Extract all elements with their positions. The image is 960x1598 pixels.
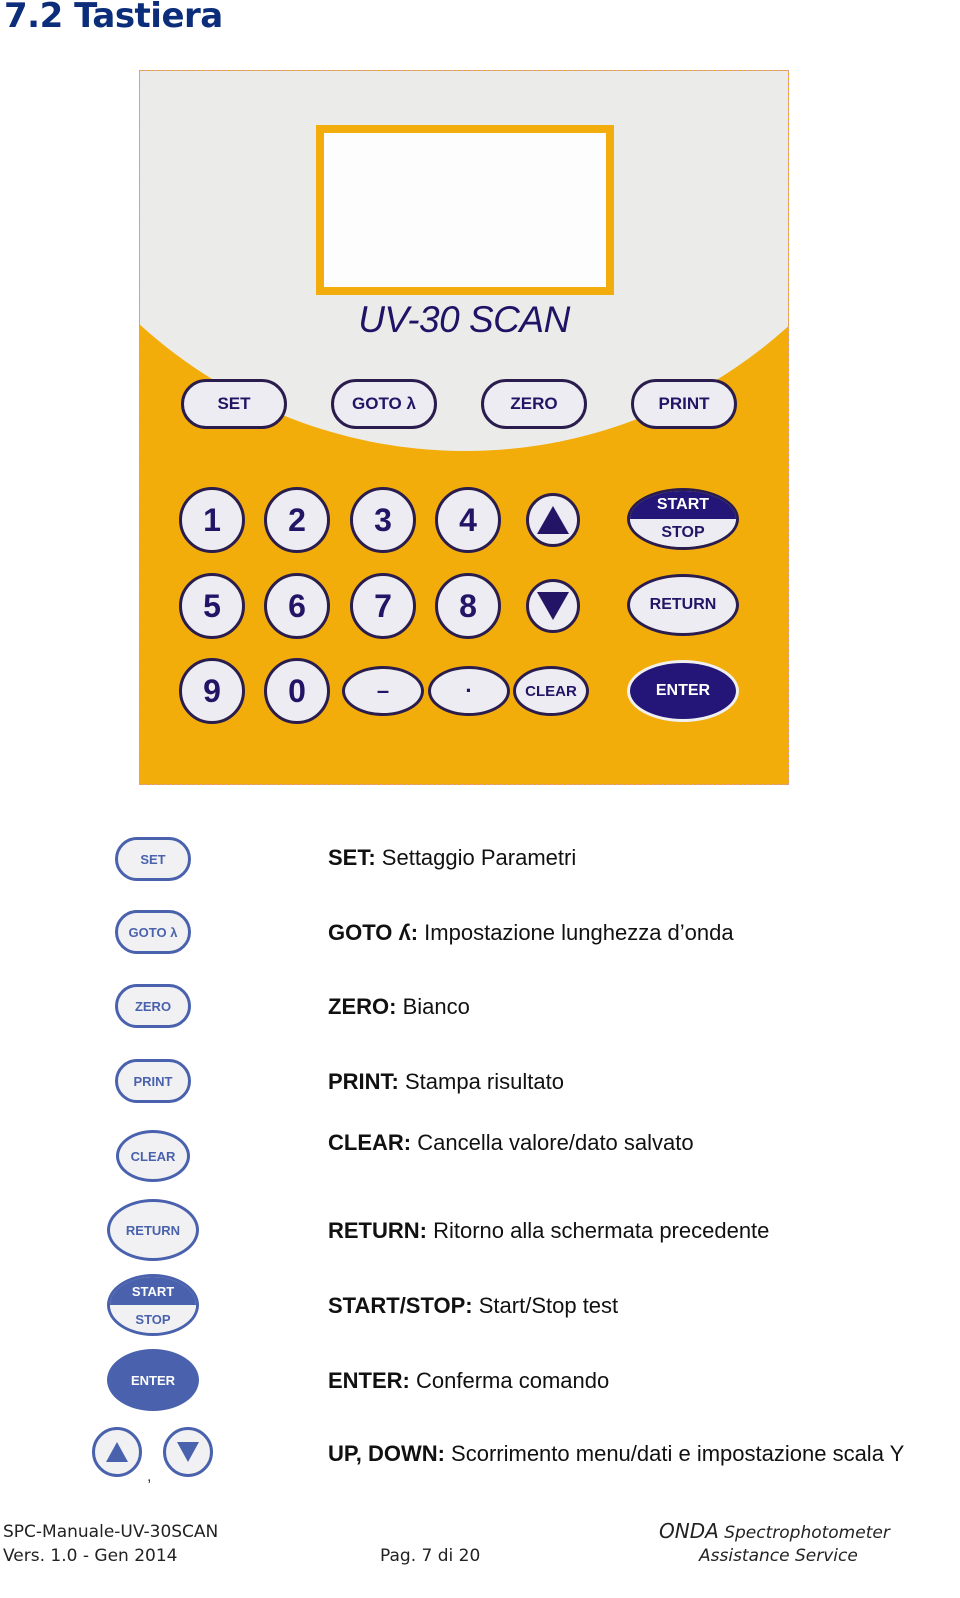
legend-description: ENTER: Conferma comando (328, 1368, 610, 1393)
key-7[interactable]: 7 (350, 573, 416, 639)
enter-key[interactable]: ENTER (627, 660, 739, 722)
clear-key[interactable]: CLEAR (513, 666, 589, 716)
footer-doc-name: SPC-Manuale-UV-30SCAN (3, 1522, 219, 1542)
up-key-icon (92, 1427, 142, 1477)
brand-subtitle: Spectrophotometer (724, 1523, 890, 1543)
legend-description: SET: Settaggio Parametri (328, 845, 577, 870)
key-4[interactable]: 4 (435, 487, 501, 553)
clear-key-icon: CLEAR (116, 1130, 190, 1182)
legend-description: UP, DOWN: Scorrimento menu/dati e impost… (328, 1441, 905, 1466)
down-key[interactable] (526, 579, 580, 633)
key-5[interactable]: 5 (179, 573, 245, 639)
key-9[interactable]: 9 (179, 658, 245, 724)
return-key-icon: RETURN (107, 1199, 199, 1261)
brand-name: ONDA (659, 1519, 719, 1543)
legend-item: RETURN RETURN: Ritorno alla schermata pr… (0, 1199, 960, 1261)
legend-description: START/STOP: Start/Stop test (328, 1293, 619, 1318)
legend-item: UP, DOWN: Scorrimento menu/dati e impost… (0, 1427, 960, 1487)
print-key-icon: PRINT (115, 1059, 191, 1103)
legend-item: ZERO ZERO: Bianco (0, 984, 960, 1044)
set-key-icon: SET (115, 837, 191, 881)
start-stop-key-icon: START STOP (107, 1274, 199, 1336)
key-3[interactable]: 3 (350, 487, 416, 553)
legend-item: START STOP START/STOP: Start/Stop test (0, 1274, 960, 1336)
legend-description: ZERO: Bianco (328, 994, 470, 1019)
key-8[interactable]: 8 (435, 573, 501, 639)
key-2[interactable]: 2 (264, 487, 330, 553)
separator-comma: , (147, 1468, 152, 1485)
key-1[interactable]: 1 (179, 487, 245, 553)
zero-key-icon: ZERO (115, 984, 191, 1028)
stop-label: STOP (630, 519, 736, 547)
legend-item: ENTER ENTER: Conferma comando (0, 1349, 960, 1411)
legend-description: GOTO ʎ: Impostazione lunghezza d’onda (328, 920, 734, 945)
goto-lambda-key-icon: GOTO λ (115, 910, 191, 954)
legend-item: PRINT PRINT: Stampa risultato (0, 1059, 960, 1119)
set-key[interactable]: SET (181, 379, 287, 429)
legend-description: PRINT: Stampa risultato (328, 1069, 564, 1094)
print-key[interactable]: PRINT (631, 379, 737, 429)
footer-page-number: Pag. 7 di 20 (380, 1546, 481, 1566)
enter-key-icon: ENTER (107, 1349, 199, 1411)
down-arrow-icon (177, 1442, 199, 1462)
down-key-icon (163, 1427, 213, 1477)
legend-description: CLEAR: Cancella valore/dato salvato (328, 1130, 694, 1155)
legend-item: GOTO λ GOTO ʎ: Impostazione lunghezza d’… (0, 910, 960, 970)
start-label: START (110, 1277, 196, 1305)
key-0[interactable]: 0 (264, 658, 330, 724)
return-key[interactable]: RETURN (627, 574, 739, 636)
zero-key[interactable]: ZERO (481, 379, 587, 429)
keypad-illustration: UV-30 SCAN SET GOTO λ ZERO PRINT 1 2 3 4… (139, 70, 789, 785)
dot-key[interactable]: · (428, 666, 510, 716)
goto-lambda-key[interactable]: GOTO λ (331, 379, 437, 429)
legend-description: RETURN: Ritorno alla schermata precedent… (328, 1218, 770, 1243)
footer-version: Vers. 1.0 - Gen 2014 (3, 1546, 178, 1566)
key-6[interactable]: 6 (264, 573, 330, 639)
model-name: UV-30 SCAN (358, 299, 570, 340)
section-heading: 7.2 Tastiera (4, 0, 223, 36)
legend-item: SET SET: Settaggio Parametri (0, 835, 960, 895)
down-arrow-icon (537, 592, 569, 620)
display-screen (316, 125, 614, 295)
up-key[interactable] (526, 493, 580, 547)
minus-key[interactable]: – (342, 666, 424, 716)
start-stop-key[interactable]: START STOP (627, 488, 739, 550)
start-label: START (630, 491, 736, 519)
stop-label: STOP (110, 1305, 196, 1333)
legend-item: CLEAR CLEAR: Cancella valore/dato salvat… (0, 1129, 960, 1189)
footer-service: Assistance Service (699, 1546, 858, 1566)
up-arrow-icon (106, 1442, 128, 1462)
up-arrow-icon (537, 506, 569, 534)
footer-brand: ONDA Spectrophotometer (659, 1519, 890, 1543)
